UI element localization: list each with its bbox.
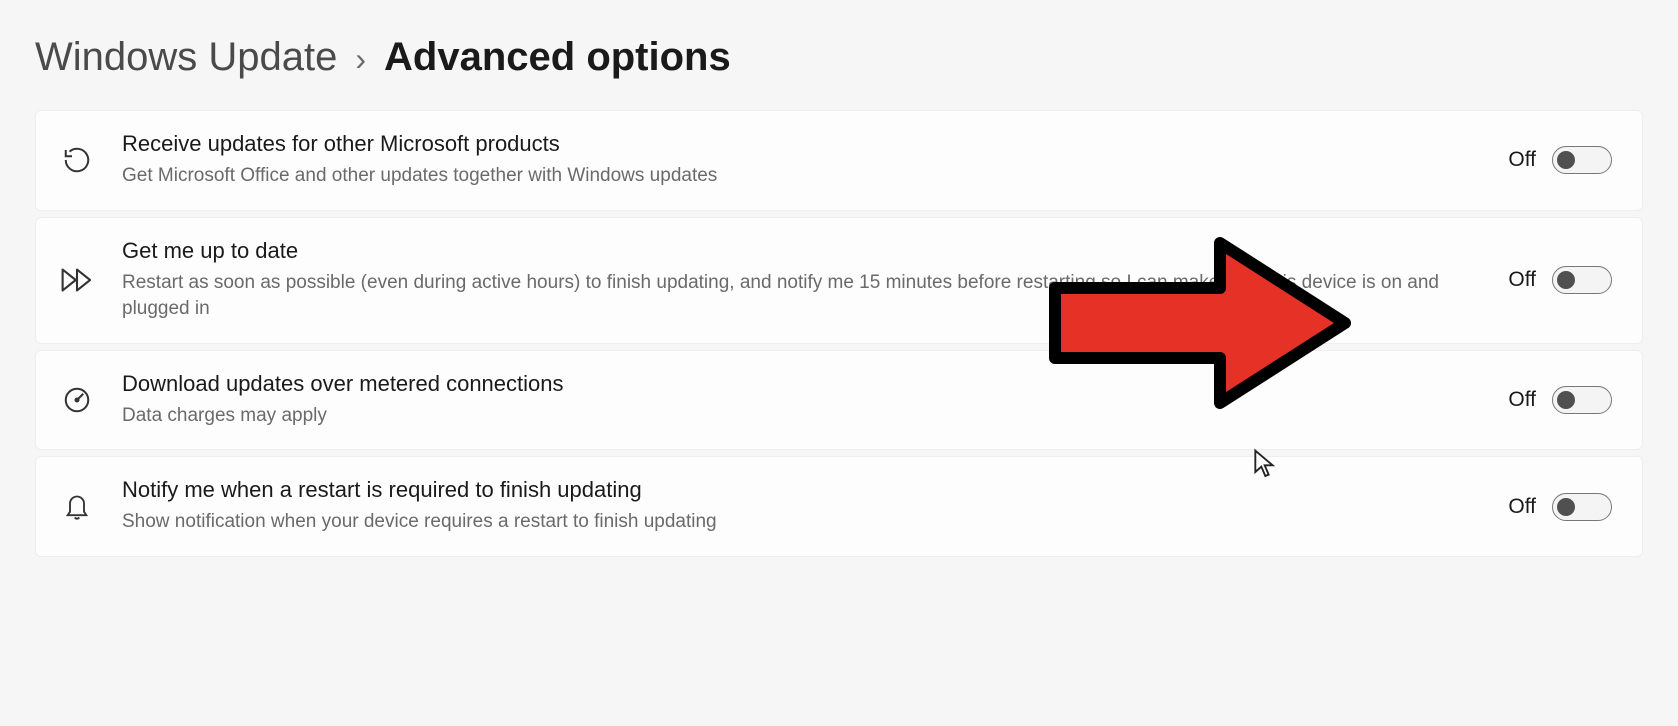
toggle-knob	[1557, 151, 1575, 169]
setting-receive-updates-other-products[interactable]: Receive updates for other Microsoft prod…	[35, 110, 1643, 211]
chevron-right-icon: ›	[355, 41, 366, 78]
toggle-state-label: Off	[1508, 388, 1536, 412]
setting-title: Receive updates for other Microsoft prod…	[122, 131, 1484, 157]
setting-description: Restart as soon as possible (even during…	[122, 270, 1484, 323]
toggle-switch[interactable]	[1552, 146, 1612, 174]
toggle-group: Off	[1508, 266, 1612, 294]
toggle-switch[interactable]	[1552, 386, 1612, 414]
toggle-group: Off	[1508, 146, 1612, 174]
setting-metered-connections[interactable]: Download updates over metered connection…	[35, 350, 1643, 451]
toggle-switch[interactable]	[1552, 266, 1612, 294]
breadcrumb-parent[interactable]: Windows Update	[35, 35, 337, 80]
setting-text: Get me up to date Restart as soon as pos…	[122, 238, 1484, 323]
setting-text: Notify me when a restart is required to …	[122, 477, 1484, 536]
toggle-state-label: Off	[1508, 148, 1536, 172]
gauge-icon	[56, 379, 98, 421]
setting-title: Notify me when a restart is required to …	[122, 477, 1484, 503]
setting-description: Show notification when your device requi…	[122, 509, 1484, 536]
settings-list: Receive updates for other Microsoft prod…	[0, 110, 1678, 557]
toggle-switch[interactable]	[1552, 493, 1612, 521]
breadcrumb: Windows Update › Advanced options	[0, 0, 1678, 110]
toggle-state-label: Off	[1508, 268, 1536, 292]
setting-get-me-up-to-date[interactable]: Get me up to date Restart as soon as pos…	[35, 217, 1643, 344]
toggle-knob	[1557, 498, 1575, 516]
setting-text: Download updates over metered connection…	[122, 371, 1484, 430]
setting-title: Download updates over metered connection…	[122, 371, 1484, 397]
toggle-knob	[1557, 271, 1575, 289]
toggle-group: Off	[1508, 386, 1612, 414]
toggle-state-label: Off	[1508, 495, 1536, 519]
history-icon	[56, 139, 98, 181]
setting-title: Get me up to date	[122, 238, 1484, 264]
setting-text: Receive updates for other Microsoft prod…	[122, 131, 1484, 190]
breadcrumb-current: Advanced options	[384, 35, 731, 80]
fast-forward-icon	[56, 259, 98, 301]
setting-description: Get Microsoft Office and other updates t…	[122, 163, 1484, 190]
toggle-knob	[1557, 391, 1575, 409]
bell-icon	[56, 486, 98, 528]
setting-description: Data charges may apply	[122, 403, 1484, 430]
setting-notify-restart-required[interactable]: Notify me when a restart is required to …	[35, 456, 1643, 557]
toggle-group: Off	[1508, 493, 1612, 521]
